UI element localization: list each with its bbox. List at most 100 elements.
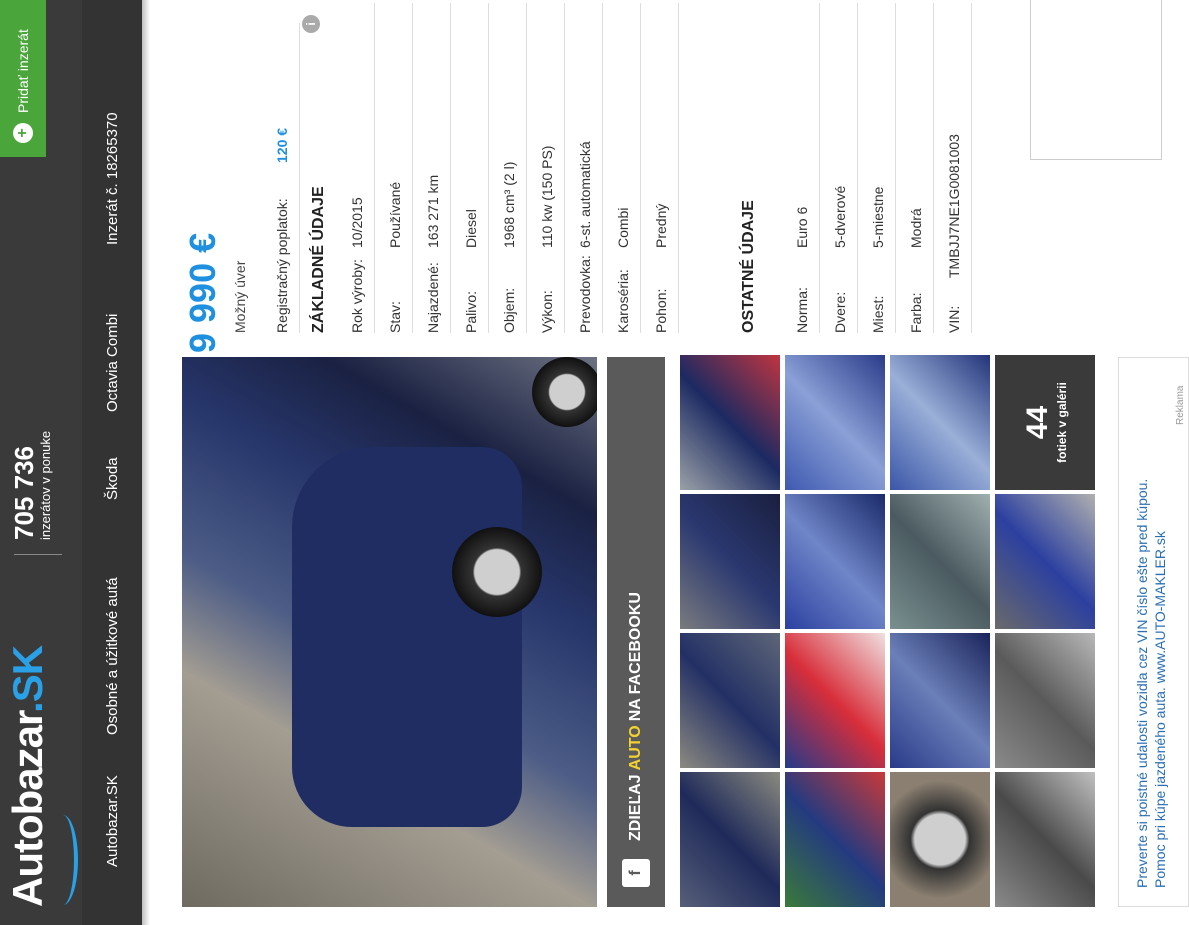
stats-label: inzerátov v ponuke — [38, 430, 53, 540]
spec-label: Palivo: — [463, 290, 479, 333]
more-photos-count: 44 — [1021, 405, 1054, 440]
add-listing-button[interactable]: + Pridať inzerát — [0, 0, 46, 157]
spec-row: Pohon: Predný — [644, 3, 679, 333]
share-prefix: ZDIEĽAJ — [627, 774, 644, 841]
registration-fee-value: 120 € — [274, 127, 290, 163]
spec-row: Palivo: Diesel — [454, 3, 489, 333]
gallery-thumbnail[interactable] — [680, 494, 780, 629]
ad-line-1: Preverte si poistné udalosti vozidla cez… — [1134, 478, 1150, 888]
spec-row: Farba: Modrá — [899, 3, 934, 333]
spec-label: Dvere: — [832, 291, 848, 333]
site-logo[interactable]: Autobazar.SK — [4, 646, 52, 907]
spec-label: VIN: — [946, 305, 962, 333]
spec-value: 5-miestne — [870, 186, 886, 248]
spec-row: Najazdené: 163 271 km — [416, 3, 451, 333]
facebook-icon: f — [622, 859, 650, 887]
spec-value: 1968 cm³ (2 l) — [501, 161, 517, 248]
main-car-photo[interactable] — [182, 357, 597, 907]
car-body — [292, 447, 522, 827]
gallery-thumbnail[interactable] — [890, 772, 990, 907]
spec-label: Najazdené: — [425, 262, 441, 333]
registration-fee-row: Registračný poplatok: 120 € — [265, 23, 300, 333]
gallery-thumbnail[interactable] — [890, 494, 990, 629]
listing-stats: 705 736 inzerátov v ponuke — [9, 430, 54, 540]
breadcrumb-model[interactable]: Octavia Combi — [104, 314, 121, 412]
divider — [14, 554, 62, 555]
logo-text: Autobazar — [4, 712, 51, 907]
gallery-thumbnail[interactable] — [785, 355, 885, 490]
screenshot-stage: Autobazar.SK 705 736 inzerátov v ponuke … — [0, 0, 1189, 925]
spec-row: VIN: TMBJJ7NE1G0081003 — [937, 3, 972, 333]
spec-row: Karoséria: Combi — [606, 3, 641, 333]
breadcrumb-category[interactable]: Osobné a úžitkové autá — [104, 577, 121, 735]
add-listing-label: Pridať inzerát — [15, 29, 31, 113]
spec-value: Predný — [653, 203, 669, 248]
gallery-thumbnail[interactable] — [680, 772, 780, 907]
spec-label: Rok výroby: — [349, 259, 365, 333]
spec-label: Norma: — [794, 287, 810, 333]
gallery-thumbnail[interactable] — [995, 494, 1095, 629]
spec-row: Rok výroby: 10/2015 — [340, 3, 375, 333]
spec-row: Miest: 5-miestne — [861, 3, 896, 333]
share-highlight: AUTO — [627, 725, 644, 771]
breadcrumb-home[interactable]: Autobazar.SK — [104, 775, 121, 867]
stats-count: 705 736 — [9, 446, 39, 540]
spec-label: Farba: — [908, 292, 924, 333]
spec-value: 10/2015 — [349, 197, 365, 248]
share-facebook-button[interactable]: f ZDIEĽAJ AUTO NA FACEBOOKU — [607, 357, 665, 907]
spec-label: Miest: — [870, 295, 886, 333]
spec-row: Norma: Euro 6 — [785, 3, 820, 333]
gallery-thumbnail[interactable] — [995, 633, 1095, 768]
spec-label: Karoséria: — [615, 269, 631, 333]
ad-line-2: Pomoc pri kúpe jazdeného auta. www.AUTO-… — [1152, 531, 1168, 888]
share-suffix: NA FACEBOOKU — [627, 592, 644, 722]
gallery-thumbnail[interactable] — [785, 633, 885, 768]
gallery-thumbnail[interactable] — [890, 355, 990, 490]
logo-suffix: .SK — [4, 645, 51, 713]
spec-value: Combi — [615, 207, 631, 248]
spec-row: Objem: 1968 cm³ (2 l) — [492, 3, 527, 333]
side-panel-fragment — [1030, 0, 1162, 160]
spec-value: TMBJJ7NE1G0081003 — [946, 134, 962, 278]
spec-row: Prevodovka: 6-st. automatická — [568, 3, 603, 333]
gallery-thumbnail[interactable] — [995, 772, 1095, 907]
spec-row: Dvere: 5-dverové — [823, 3, 858, 333]
spec-label: Pohon: — [653, 288, 669, 333]
spec-row: Výkon: 110 kw (150 PS) — [530, 3, 565, 333]
spec-value: 110 kw (150 PS) — [539, 145, 555, 248]
gallery-thumbnail[interactable] — [890, 633, 990, 768]
price: 9 990 € — [182, 232, 223, 353]
gallery-thumbnail[interactable] — [785, 772, 885, 907]
wheel-icon — [452, 527, 542, 617]
spec-value: Modrá — [908, 208, 924, 248]
spec-label: Prevodovka: — [577, 255, 593, 333]
spec-label: Výkon: — [539, 290, 555, 333]
ad-banner[interactable]: Preverte si poistné udalosti vozidla cez… — [1118, 357, 1189, 907]
basic-data-title: ZÁKLADNÉ ÚDAJE — [310, 186, 327, 333]
breadcrumb-listing-id: Inzerát č. 18265370 — [104, 112, 121, 245]
spec-value: Používané — [387, 181, 403, 248]
plus-icon: + — [13, 123, 33, 143]
header-shadow — [142, 0, 150, 925]
spec-value: 163 271 km — [425, 174, 441, 248]
spec-value: 6-st. automatická — [577, 141, 593, 248]
spec-row: Stav: Používané — [378, 3, 413, 333]
spec-label: Objem: — [501, 287, 517, 333]
breadcrumb-brand[interactable]: Škoda — [104, 457, 121, 500]
ad-note: Reklama — [1175, 385, 1186, 425]
spec-value: Euro 6 — [794, 206, 810, 248]
spec-value: 5-dverové — [832, 185, 848, 248]
rotated-page: Autobazar.SK 705 736 inzerátov v ponuke … — [0, 0, 1189, 925]
registration-fee-label: Registračný poplatok: — [274, 198, 290, 333]
more-photos-tile[interactable]: 44 fotiek v galérii — [995, 355, 1095, 490]
spec-label: Stav: — [387, 301, 403, 333]
spec-value: Diesel — [463, 209, 479, 248]
gallery-thumbnail[interactable] — [785, 494, 885, 629]
info-icon[interactable]: i — [302, 15, 320, 33]
loan-link[interactable]: Možný úver — [232, 261, 248, 333]
other-data-title: OSTATNÉ ÚDAJE — [740, 200, 757, 333]
logo-swoosh-icon — [48, 815, 78, 905]
gallery-thumbnail[interactable] — [680, 355, 780, 490]
gallery-thumbnail[interactable] — [680, 633, 780, 768]
top-header: Autobazar.SK 705 736 inzerátov v ponuke … — [0, 0, 82, 925]
